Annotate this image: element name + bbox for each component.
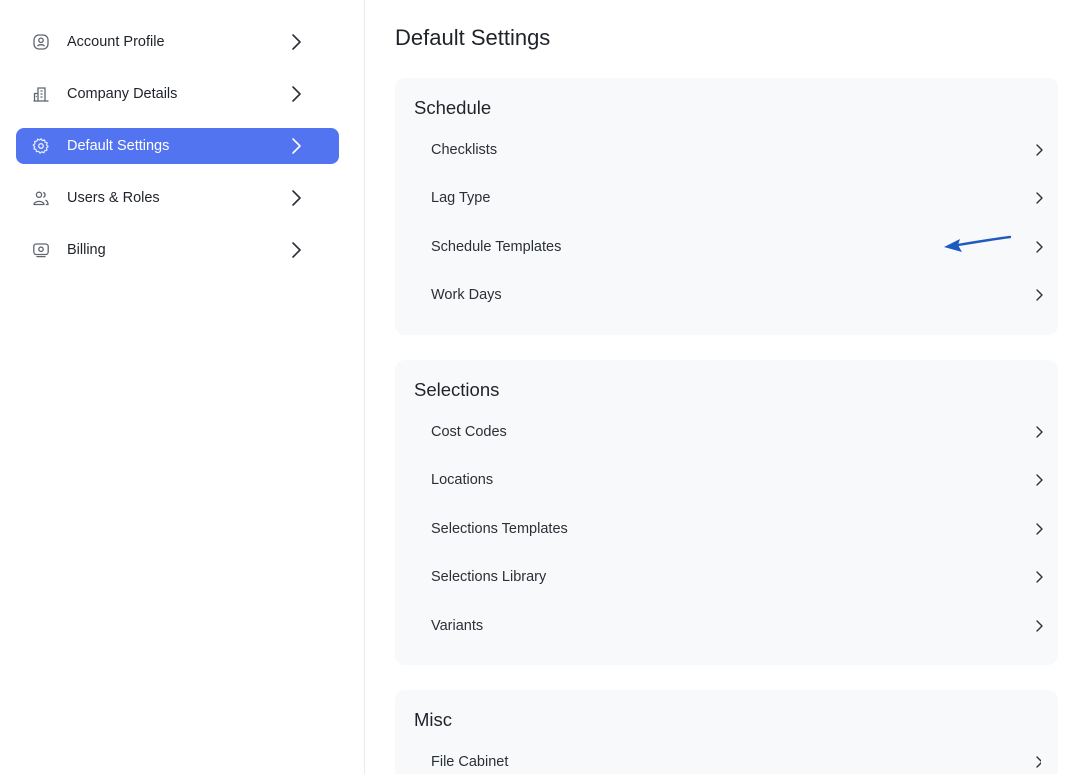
settings-sidebar: Account Profile Company Details Default … <box>0 0 365 774</box>
chevron-right-icon <box>1036 571 1043 583</box>
row-label: Checklists <box>431 142 498 158</box>
section-title: Selections <box>414 379 500 400</box>
chevron-right-icon <box>1036 474 1043 486</box>
sidebar-item-company-details[interactable]: Company Details <box>16 76 339 112</box>
sidebar-item-label: Users & Roles <box>67 190 160 206</box>
sidebar-item-label: Account Profile <box>67 34 165 50</box>
settings-row-selections-templates[interactable]: Selections Templates <box>414 511 1043 547</box>
money-icon <box>33 243 49 258</box>
chevron-right-icon <box>292 138 301 154</box>
chevron-right-icon <box>1036 289 1043 301</box>
chevron-right-icon <box>292 242 301 258</box>
section-title: Misc <box>414 709 453 730</box>
settings-main: Default Settings Schedule Checklists Lag… <box>365 0 1085 774</box>
section-title: Schedule <box>414 97 492 118</box>
row-label: Selections Library <box>431 569 547 585</box>
row-label: Locations <box>431 472 494 488</box>
building-icon <box>33 87 49 102</box>
settings-row-selections-library[interactable]: Selections Library <box>414 559 1043 595</box>
users-icon <box>33 191 49 206</box>
section-card-misc: Misc File Cabinet <box>395 690 1058 774</box>
settings-row-cost-codes[interactable]: Cost Codes <box>414 414 1043 450</box>
settings-row-checklists[interactable]: Checklists <box>414 132 1043 168</box>
chevron-right-icon <box>1036 144 1043 156</box>
settings-row-variants[interactable]: Variants <box>414 608 1043 644</box>
chevron-right-icon <box>1036 426 1043 438</box>
row-label: File Cabinet <box>431 754 509 770</box>
chevron-right-icon <box>292 34 301 50</box>
sidebar-item-label: Company Details <box>67 86 178 102</box>
chevron-right-icon <box>1036 523 1043 535</box>
sidebar-item-label: Billing <box>67 242 106 258</box>
user-circle-icon <box>33 34 49 50</box>
row-label: Selections Templates <box>431 521 568 537</box>
annotation-arrow-icon <box>944 235 1012 252</box>
chevron-right-icon <box>1036 620 1043 632</box>
row-label: Lag Type <box>431 190 491 206</box>
sidebar-item-users-roles[interactable]: Users & Roles <box>16 180 339 216</box>
sidebar-item-default-settings[interactable]: Default Settings <box>16 128 339 164</box>
chevron-right-icon <box>1036 241 1043 253</box>
chevron-right-icon <box>292 86 301 102</box>
row-label: Work Days <box>431 287 502 303</box>
sidebar-item-billing[interactable]: Billing <box>16 232 339 268</box>
settings-row-lag-type[interactable]: Lag Type <box>414 180 1043 216</box>
settings-row-locations[interactable]: Locations <box>414 462 1043 498</box>
settings-row-file-cabinet[interactable]: File Cabinet <box>414 744 1041 774</box>
page-title: Default Settings <box>395 25 551 50</box>
section-card-schedule: Schedule Checklists Lag Type Schedule Te… <box>395 78 1058 335</box>
chevron-right-icon <box>1036 192 1043 204</box>
chevron-right-icon <box>1036 756 1041 768</box>
row-label: Schedule Templates <box>431 239 562 255</box>
row-label: Cost Codes <box>431 424 507 440</box>
row-label: Variants <box>431 618 484 634</box>
settings-row-work-days[interactable]: Work Days <box>414 277 1043 313</box>
sidebar-item-account-profile[interactable]: Account Profile <box>16 24 339 60</box>
gear-icon <box>32 138 49 154</box>
section-card-selections: Selections Cost Codes Locations Selectio… <box>395 360 1058 665</box>
chevron-right-icon <box>292 190 301 206</box>
sidebar-item-label: Default Settings <box>67 138 170 154</box>
